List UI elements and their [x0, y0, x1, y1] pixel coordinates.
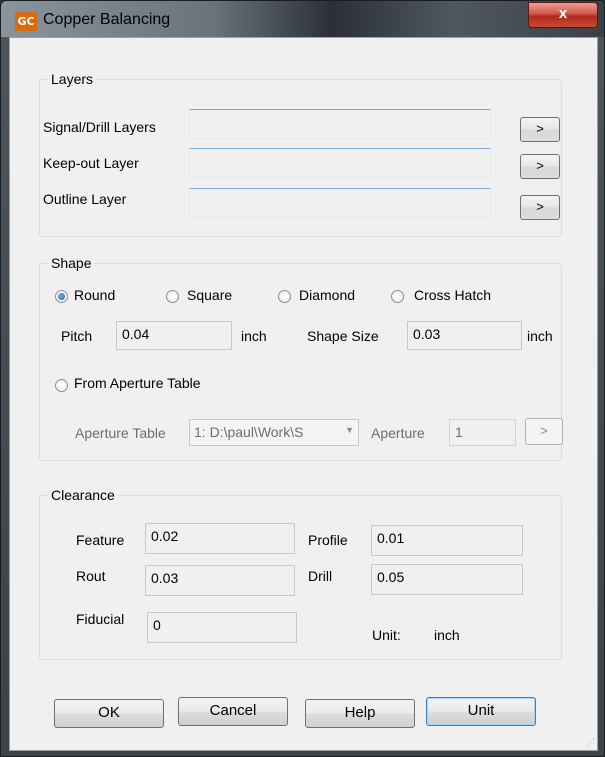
keepout-layer-field[interactable]: [189, 148, 491, 178]
aperture-input[interactable]: 1: [449, 419, 516, 446]
from-aperture-table-radio[interactable]: [55, 379, 68, 392]
unit-label: Unit:: [372, 627, 401, 643]
close-button[interactable]: x: [528, 2, 598, 28]
from-aperture-table-label[interactable]: From Aperture Table: [74, 375, 201, 391]
drill-label: Drill: [308, 568, 333, 584]
help-button[interactable]: Help: [305, 699, 415, 728]
unit-button[interactable]: Unit: [426, 697, 536, 726]
shape-group-label: Shape: [48, 255, 95, 271]
dialog-window: GC Copper Balancing x Layers Signal/Dril…: [0, 0, 605, 757]
shape-size-input[interactable]: 0.03: [407, 321, 522, 350]
shape-size-unit: inch: [527, 328, 553, 344]
aperture-label: Aperture: [371, 425, 425, 441]
cross-hatch-label[interactable]: Cross Hatch: [414, 287, 491, 303]
aperture-browse-button[interactable]: >: [525, 418, 563, 445]
rout-input[interactable]: 0.03: [145, 565, 295, 596]
gc-app-icon: GC: [15, 12, 37, 31]
square-radio[interactable]: [166, 290, 179, 303]
cancel-button[interactable]: Cancel: [178, 697, 288, 726]
signal-drill-layers-field[interactable]: [189, 109, 491, 139]
close-icon: x: [558, 5, 568, 22]
profile-label: Profile: [308, 532, 348, 548]
signal-drill-layers-label: Signal/Drill Layers: [43, 119, 156, 135]
drill-input[interactable]: 0.05: [371, 564, 523, 595]
profile-input[interactable]: 0.01: [371, 525, 523, 556]
diamond-label[interactable]: Diamond: [299, 287, 355, 303]
rout-label: Rout: [76, 568, 106, 584]
keepout-layer-browse-button[interactable]: >: [520, 154, 560, 179]
aperture-table-value: 1: D:\paul\Work\S: [194, 424, 304, 440]
window-title: Copper Balancing: [43, 11, 171, 28]
pitch-label: Pitch: [61, 328, 93, 344]
fiducial-label: Fiducial: [76, 611, 125, 627]
signal-drill-layers-browse-button[interactable]: >: [520, 117, 560, 142]
unit-value: inch: [434, 627, 460, 643]
outline-layer-label: Outline Layer: [43, 191, 127, 207]
diamond-radio[interactable]: [278, 290, 291, 303]
chevron-down-icon: ▼: [345, 425, 354, 435]
round-label[interactable]: Round: [74, 287, 115, 303]
shape-size-label: Shape Size: [307, 328, 379, 344]
feature-input[interactable]: 0.02: [145, 523, 295, 554]
pitch-unit: inch: [241, 328, 267, 344]
outline-layer-browse-button[interactable]: >: [520, 195, 560, 220]
cross-hatch-radio[interactable]: [391, 290, 404, 303]
aperture-table-select[interactable]: 1: D:\paul\Work\S ▼: [189, 419, 359, 446]
title-bar[interactable]: GC Copper Balancing x: [1, 1, 604, 37]
pitch-input[interactable]: 0.04: [116, 321, 232, 350]
outline-layer-field[interactable]: [189, 188, 491, 218]
fiducial-input[interactable]: 0: [147, 612, 297, 643]
ok-button[interactable]: OK: [54, 699, 164, 728]
square-label[interactable]: Square: [187, 287, 232, 303]
feature-label: Feature: [76, 532, 125, 548]
keepout-layer-label: Keep-out Layer: [43, 155, 139, 171]
round-radio[interactable]: [55, 290, 68, 303]
layers-group-label: Layers: [48, 71, 97, 87]
clearance-group-label: Clearance: [48, 487, 118, 503]
resize-grip-icon[interactable]: ⋰: [586, 737, 595, 748]
dialog-client: Layers Signal/Drill Layers > Keep-out La…: [9, 37, 598, 751]
aperture-table-label: Aperture Table: [75, 425, 166, 441]
